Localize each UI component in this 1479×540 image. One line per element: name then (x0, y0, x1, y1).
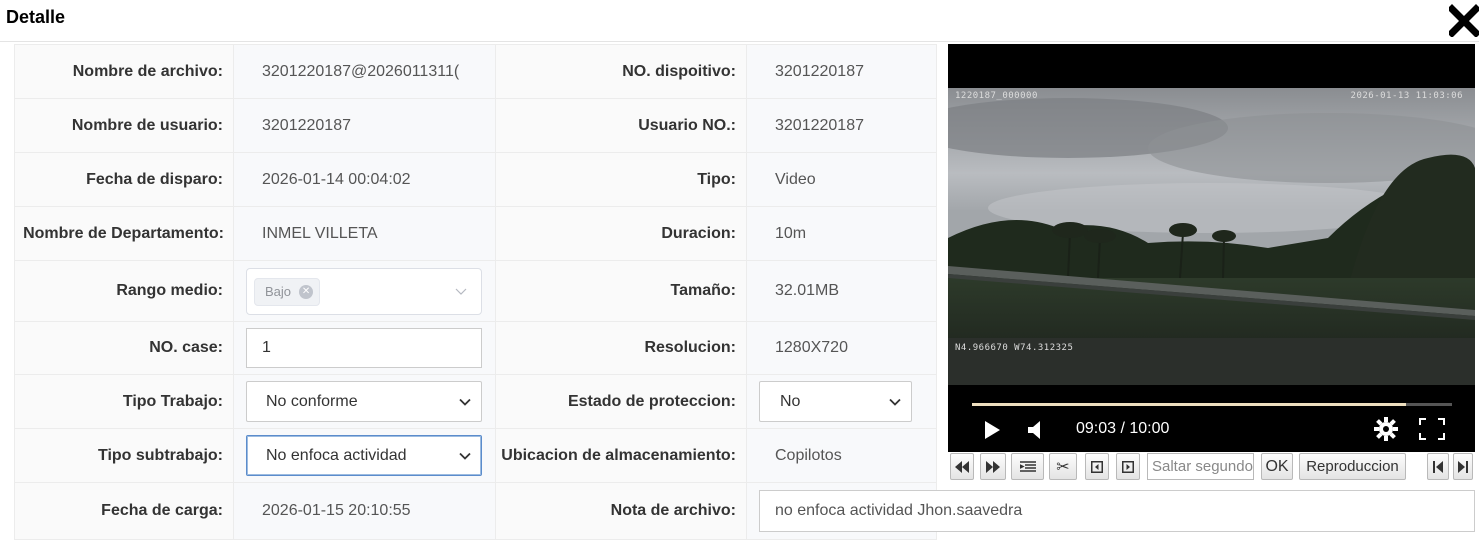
video-scene (948, 88, 1475, 385)
user-no-label: Usuario NO.: (495, 98, 747, 153)
protection-status-selected: No (780, 392, 801, 410)
video-frame[interactable]: 1220187_000000 2026-01-13 11:03:06 N4.96… (948, 88, 1475, 385)
case-no-cell: 1 (233, 321, 496, 375)
chevron-down-icon (889, 398, 901, 406)
dialog-title: Detalle (6, 7, 66, 27)
type-value: Video (746, 152, 937, 207)
file-note-cell: no enfoca actividad Jhon.saavedra (746, 482, 1475, 540)
medium-range-select[interactable]: Bajo ✕ (246, 267, 482, 315)
protection-status-label: Estado de proteccion: (495, 374, 747, 429)
progress-bar[interactable] (972, 403, 1452, 406)
size-label: Tamaño: (495, 260, 747, 322)
work-type-label: Tipo Trabajo: (14, 374, 234, 429)
table-row: Tipo subtrabajo: No enfoca actividad Ubi… (14, 428, 937, 483)
file-note-input[interactable]: no enfoca actividad Jhon.saavedra (759, 490, 1475, 532)
file-name-value: 3201220187@2026011311( (233, 44, 496, 99)
size-value: 32.01MB (746, 260, 937, 322)
user-name-value: 3201220187 (233, 98, 496, 153)
volume-icon[interactable] (1028, 421, 1044, 439)
work-type-cell: No conforme (233, 374, 496, 429)
chevron-down-icon (459, 452, 471, 460)
tag-label: Bajo (265, 284, 292, 299)
protection-status-cell: No (746, 374, 937, 429)
user-name-label: Nombre de usuario: (14, 98, 234, 153)
time-display: 09:03 / 10:00 (1076, 420, 1170, 437)
skip-start-icon[interactable] (1427, 453, 1449, 480)
chevron-down-icon (459, 398, 471, 406)
osd-device-id: 1220187_000000 (955, 91, 1038, 101)
storage-location-value: Copilotos (746, 428, 937, 483)
device-no-label: NO. dispoitivo: (495, 44, 747, 99)
sub-work-type-selected: No enfoca actividad (266, 446, 407, 464)
protection-status-select[interactable]: No (759, 381, 912, 422)
medium-range-tag: Bajo ✕ (254, 277, 321, 306)
osd-datetime: 2026-01-13 11:03:06 (1350, 91, 1463, 101)
table-row: Rango medio: Bajo ✕ Tamaño: 32.01MB (14, 260, 937, 322)
device-no-value: 3201220187 (746, 44, 937, 99)
table-row: Nombre de archivo: 3201220187@2026011311… (14, 44, 937, 99)
scissors-icon[interactable]: ✂ (1049, 453, 1077, 480)
duration-label: Duracion: (495, 206, 747, 261)
trigger-date-label: Fecha de disparo: (14, 152, 234, 207)
play-icon[interactable] (984, 421, 1000, 439)
table-row: Tipo Trabajo: No conforme Estado de prot… (14, 374, 937, 429)
storage-location-label: Ubicacion de almacenamiento: (495, 428, 747, 483)
ok-button[interactable]: OK (1261, 453, 1293, 480)
playback-toolbar: ✂ Saltar segundos OK Reproduccion (948, 452, 1475, 480)
trigger-date-value: 2026-01-14 00:04:02 (233, 152, 496, 207)
table-row: Fecha de carga: 2026-01-15 20:10:55 Nota… (14, 482, 1475, 540)
case-no-label: NO. case: (14, 321, 234, 375)
skip-end-icon[interactable] (1453, 453, 1473, 480)
medium-range-label: Rango medio: (14, 260, 234, 322)
file-name-label: Nombre de archivo: (14, 44, 234, 99)
table-row: Nombre de usuario: 3201220187 Usuario NO… (14, 98, 937, 153)
upload-date-value: 2026-01-15 20:10:55 (233, 482, 496, 540)
tag-remove-icon[interactable]: ✕ (299, 284, 314, 299)
upload-date-label: Fecha de carga: (14, 482, 234, 540)
video-player[interactable]: 1220187_000000 2026-01-13 11:03:06 N4.96… (948, 44, 1475, 452)
detail-table: Nombre de archivo: 3201220187@2026011311… (14, 44, 1475, 540)
chevron-down-icon (455, 288, 467, 295)
file-note-label: Nota de archivo: (495, 482, 747, 540)
table-row: NO. case: 1 Resolucion: 1280X720 (14, 321, 937, 375)
playback-button[interactable]: Reproduccion (1299, 453, 1406, 480)
resolution-value: 1280X720 (746, 321, 937, 375)
close-icon[interactable] (1447, 3, 1479, 38)
work-type-select[interactable]: No conforme (246, 381, 482, 422)
medium-range-cell: Bajo ✕ (233, 260, 496, 322)
seek-seconds-input[interactable]: Saltar segundos (1147, 453, 1254, 480)
case-no-input[interactable]: 1 (246, 328, 482, 368)
fullscreen-icon[interactable] (1419, 418, 1445, 440)
resolution-label: Resolucion: (495, 321, 747, 375)
fast-forward-icon[interactable] (980, 453, 1006, 480)
next-frame-icon[interactable] (1116, 453, 1140, 480)
progress-fill (972, 403, 1407, 406)
gear-icon[interactable] (1374, 417, 1398, 441)
sub-work-type-label: Tipo subtrabajo: (14, 428, 234, 483)
department-label: Nombre de Departamento: (14, 206, 234, 261)
osd-coordinates: N4.966670 W74.312325 (955, 343, 1074, 353)
list-icon[interactable] (1011, 453, 1044, 480)
user-no-value: 3201220187 (746, 98, 937, 153)
table-row: Fecha de disparo: 2026-01-14 00:04:02 Ti… (14, 152, 937, 207)
dialog-header: Detalle (0, 0, 1479, 42)
rewind-icon[interactable] (950, 453, 974, 480)
type-label: Tipo: (495, 152, 747, 207)
prev-frame-icon[interactable] (1085, 453, 1109, 480)
duration-value: 10m (746, 206, 937, 261)
work-type-selected: No conforme (266, 392, 358, 410)
sub-work-type-select[interactable]: No enfoca actividad (246, 435, 482, 476)
sub-work-type-cell: No enfoca actividad (233, 428, 496, 483)
department-value: INMEL VILLETA (233, 206, 496, 261)
table-row: Nombre de Departamento: INMEL VILLETA Du… (14, 206, 937, 261)
